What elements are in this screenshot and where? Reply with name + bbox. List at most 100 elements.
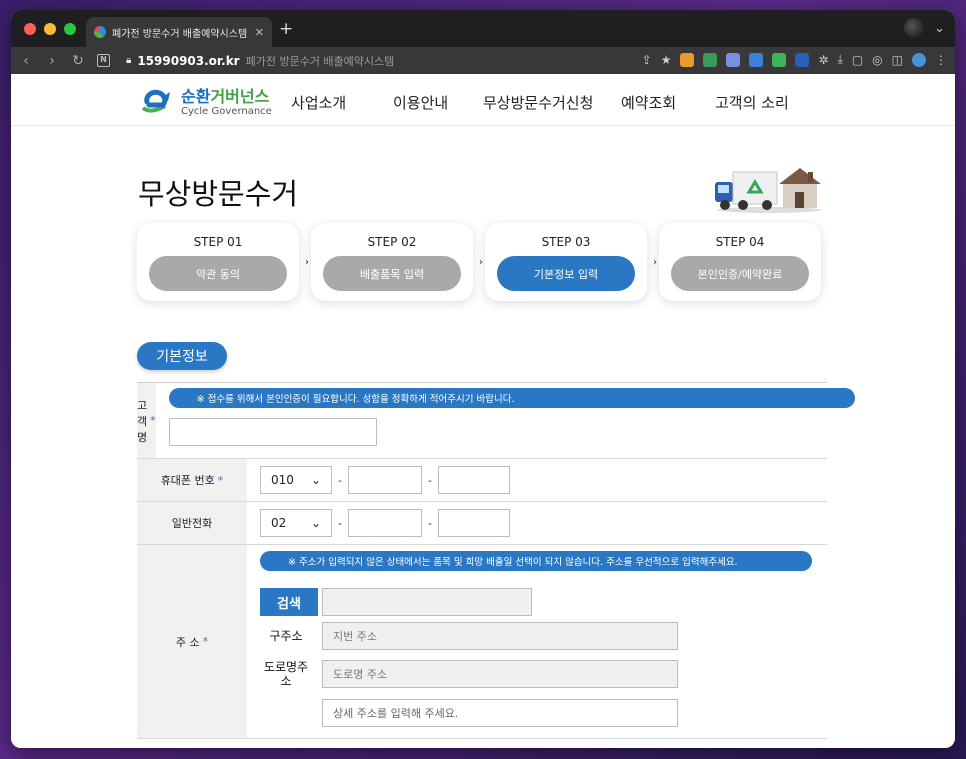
extension-3-icon[interactable] [726, 52, 741, 67]
browser-toolbar: ‹ › ↻ N 🔒︎ 15990903.or.kr 폐가전 방문수거 배출예약시… [11, 47, 955, 74]
step-arrow-icon: › [305, 257, 309, 268]
mobile-prefix-select[interactable]: 010 ⌄ [260, 466, 332, 494]
logo-english: Cycle Governance [181, 106, 272, 117]
close-window-button[interactable] [24, 23, 36, 35]
extensions-puzzle-icon[interactable]: ✲ [818, 53, 828, 67]
step-4: STEP 04 본인인증/예약완료 [659, 223, 821, 301]
account-avatar-icon[interactable] [912, 52, 926, 67]
logo-korean: 순환거버넌스 [181, 87, 270, 106]
name-notice-banner: ※ 접수를 위해서 본인인증이 필요합니다. 성함을 정확하게 적어주시기 바랍… [168, 388, 855, 408]
step-1: STEP 01 약관 동의 › [137, 223, 309, 301]
tab-title: 폐가전 방문수거 배출예약시스템 [112, 28, 248, 40]
tabstrip-right: ⌄ [904, 18, 945, 38]
step-number: STEP 02 [367, 235, 417, 249]
nav-free-pickup-request[interactable]: 무상방문수거신청 [483, 92, 621, 113]
road-address-label: 도로명주소 [263, 660, 309, 689]
tab-strip: 폐가전 방문수거 배출예약시스템 ✕ + ⌄ [11, 10, 955, 47]
downloads-icon[interactable]: ⤓ [838, 52, 843, 67]
reload-icon[interactable]: ↻ [71, 53, 85, 69]
chevron-down-icon: ⌄ [310, 516, 321, 530]
landline-prefix-select[interactable]: 02 ⌄ [260, 509, 332, 537]
nav-business-intro[interactable]: 사업소개 [291, 92, 393, 113]
extension-shield-icon[interactable] [703, 52, 718, 67]
step-pill: 약관 동의 [149, 256, 287, 291]
address-notice-banner: ※ 주소가 입력되지 않은 상태에서는 품목 및 희망 배출일 선택이 되지 않… [260, 551, 812, 571]
address-search-button[interactable]: 검색 [260, 588, 318, 616]
dash-separator: - [428, 516, 432, 530]
step-number: STEP 03 [541, 235, 591, 249]
back-arrow-icon[interactable]: ‹ [19, 53, 33, 69]
menu-kebab-icon[interactable]: ⋮ [935, 53, 947, 67]
zipcode-input[interactable] [322, 588, 532, 616]
extension-1-icon[interactable] [680, 52, 695, 67]
bookmark-star-icon[interactable]: ★ [661, 53, 672, 67]
new-tab-plus-icon[interactable]: + [279, 19, 293, 39]
maximize-window-button[interactable] [64, 23, 76, 35]
basic-info-form: 고객명 * ※ 접수를 위해서 본인인증이 필요합니다. 성함을 정확하게 적어주… [137, 382, 855, 739]
window-controls [24, 23, 76, 35]
mobile-phone-row: 휴대폰 번호 * 010 ⌄ - - [137, 459, 827, 502]
site-favicon-icon [94, 26, 106, 38]
old-address-input[interactable]: 지번 주소 [322, 622, 678, 650]
browser-tab[interactable]: 폐가전 방문수거 배출예약시스템 ✕ [86, 17, 272, 47]
old-address-label: 구주소 [269, 628, 303, 643]
customer-name-input[interactable] [168, 418, 377, 446]
step-pill-active: 기본정보 입력 [497, 256, 635, 291]
chevron-down-icon: ⌄ [310, 473, 321, 487]
required-mark: * [217, 473, 224, 487]
step-pill: 본인인증/예약완료 [671, 256, 809, 291]
url-domain: 15990903.or.kr [137, 53, 240, 68]
extension-download-icon[interactable] [795, 52, 810, 67]
toolbar-extensions: ⇪ ★ ✲ ⤓ ▢ ◎ ◫ ⋮ [642, 52, 947, 67]
landline-middle-input[interactable] [348, 509, 422, 537]
site-header: 순환거버넌스 Cycle Governance 사업소개 이용안내 무상방문수거… [11, 74, 955, 126]
mobile-phone-label: 휴대폰 번호 * [137, 459, 247, 501]
share-icon[interactable]: ⇪ [642, 53, 652, 67]
step-3-current: STEP 03 기본정보 입력 › [485, 223, 657, 301]
extension-translate-icon[interactable] [749, 52, 764, 67]
url-page-title: 폐가전 방문수거 배출예약시스템 [245, 54, 395, 68]
landline-last-input[interactable] [438, 509, 510, 537]
lock-icon: 🔒︎ [126, 55, 132, 66]
screenshot-icon[interactable]: ◎ [872, 53, 882, 67]
cycle-e-logo-icon [141, 89, 170, 113]
step-indicator: STEP 01 약관 동의 › STEP 02 배출품목 입력 › STEP 0… [137, 223, 833, 301]
web-page: 순환거버넌스 Cycle Governance 사업소개 이용안내 무상방문수거… [11, 74, 955, 748]
dash-separator: - [338, 516, 342, 530]
step-arrow-icon: › [479, 257, 483, 268]
window-icon[interactable]: ▢ [852, 53, 863, 67]
customer-name-row: 고객명 * ※ 접수를 위해서 본인인증이 필요합니다. 성함을 정확하게 적어주… [137, 383, 855, 459]
main-navigation: 사업소개 이용안내 무상방문수거신청 예약조회 고객의 소리 [291, 92, 805, 113]
customer-name-label: 고객명 * [137, 383, 156, 458]
detail-address-input[interactable]: 상세 주소를 입력해 주세요. [322, 698, 678, 727]
dash-separator: - [428, 473, 432, 487]
truck-house-illustration-icon [715, 168, 821, 213]
profile-avatar[interactable] [904, 18, 925, 38]
nav-reservation-lookup[interactable]: 예약조회 [621, 92, 715, 113]
address-label: 주 소 * [137, 545, 247, 738]
address-row: 주 소 * ※ 주소가 입력되지 않은 상태에서는 품목 및 희망 배출일 선택이… [137, 545, 827, 739]
mobile-middle-input[interactable] [348, 466, 422, 494]
address-bar[interactable]: 🔒︎ 15990903.or.kr 폐가전 방문수거 배출예약시스템 [126, 53, 394, 69]
tab-search-chevron-down-icon[interactable]: ⌄ [934, 21, 945, 36]
step-number: STEP 01 [193, 235, 243, 249]
nav-customer-voice[interactable]: 고객의 소리 [715, 92, 805, 113]
nav-usage-guide[interactable]: 이용안내 [393, 92, 483, 113]
landline-phone-row: 일반전화 02 ⌄ - - [137, 502, 827, 545]
minimize-window-button[interactable] [44, 23, 56, 35]
tab-close-icon[interactable]: ✕ [255, 26, 264, 39]
landline-phone-label: 일반전화 [137, 502, 247, 544]
extension-5-icon[interactable] [772, 52, 787, 67]
dash-separator: - [338, 473, 342, 487]
section-title-badge: 기본정보 [137, 342, 227, 370]
reader-mode-icon[interactable]: N [97, 54, 110, 67]
browser-window: 폐가전 방문수거 배출예약시스템 ✕ + ⌄ ‹ › ↻ N 🔒︎ 159909… [11, 10, 955, 748]
step-number: STEP 04 [715, 235, 765, 249]
sidebar-icon[interactable]: ◫ [892, 53, 903, 67]
road-address-input[interactable]: 도로명 주소 [322, 660, 678, 689]
forward-arrow-icon[interactable]: › [45, 53, 59, 69]
step-2: STEP 02 배출품목 입력 › [311, 223, 483, 301]
mobile-last-input[interactable] [438, 466, 510, 494]
step-arrow-icon: › [653, 257, 657, 268]
site-logo[interactable]: 순환거버넌스 Cycle Governance [137, 88, 272, 118]
